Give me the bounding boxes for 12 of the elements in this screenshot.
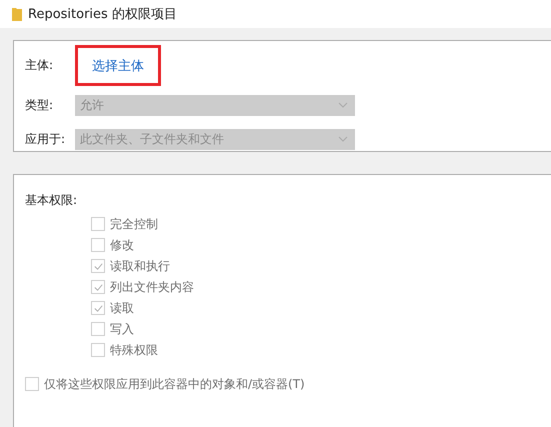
principal-label: 主体: — [25, 57, 54, 74]
check-icon — [92, 282, 104, 292]
window-title: Repositories 的权限项目 — [28, 6, 177, 23]
field-label: 应用于: — [25, 130, 66, 148]
field-label: 类型: — [25, 96, 54, 114]
check-icon — [92, 260, 104, 272]
folder-icon — [12, 7, 22, 21]
check-icon — [92, 302, 104, 314]
chevron-down-icon — [338, 102, 348, 108]
chevron-down-icon — [338, 136, 348, 142]
section-heading: 基本权限: — [25, 192, 78, 209]
select-principal-link[interactable]: 选择主体 — [92, 59, 144, 74]
